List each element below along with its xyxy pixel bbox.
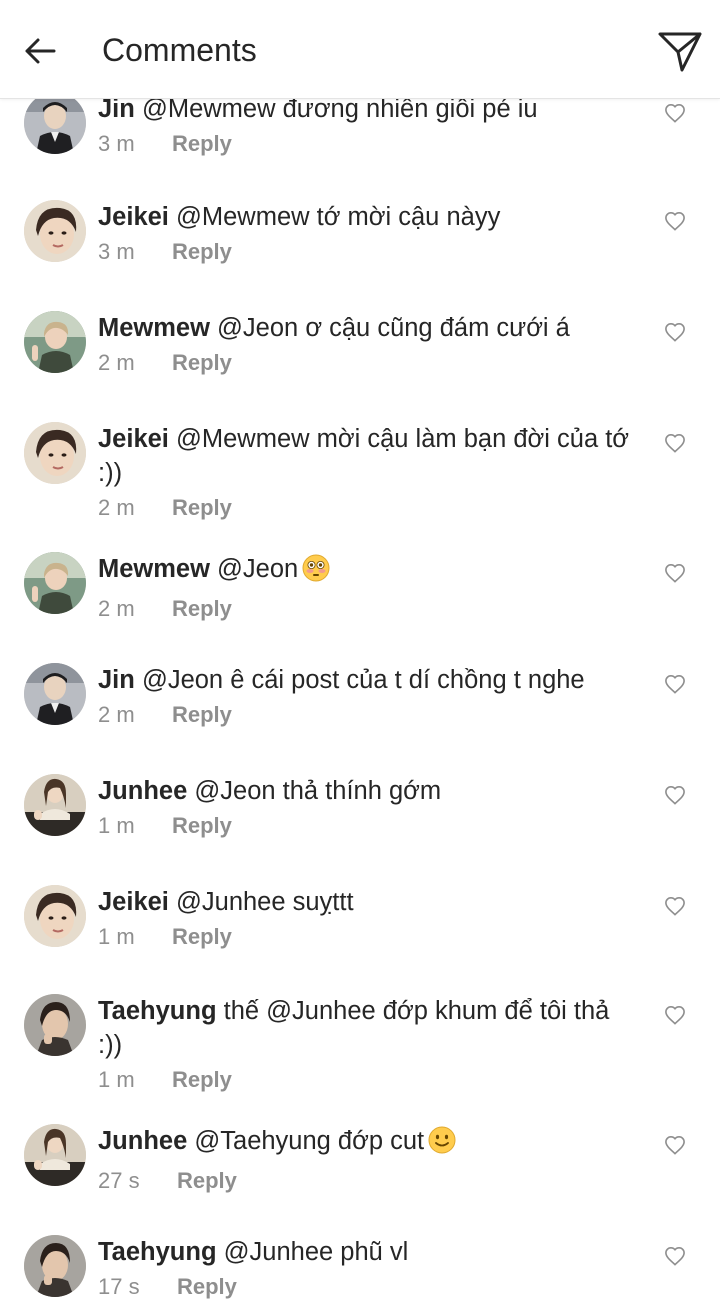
reply-button[interactable]: Reply [172,128,232,160]
reply-button[interactable]: Reply [172,347,232,379]
heart-icon[interactable] [660,206,690,236]
comment-time: 3 m [98,131,135,156]
comment-time: 27 s [98,1168,140,1193]
comment-list[interactable]: Jin @Mewmew đương nhiên giồi pé iu 3 m R… [0,0,720,1316]
avatar[interactable] [24,92,86,154]
comment-username[interactable]: Jin [98,95,135,123]
comment-meta: 3 m Reply [98,236,638,268]
heart-icon[interactable] [660,428,690,458]
reply-button[interactable]: Reply [177,1271,237,1303]
comment-message: @Junhee phũ vl [223,1238,409,1266]
comment-time: 1 m [98,1067,135,1092]
comment-username[interactable]: Junhee [98,777,187,805]
avatar[interactable] [24,663,86,725]
comment-time: 1 m [98,813,135,838]
comment-meta: 2 m Reply [98,492,638,524]
comment-time: 2 m [98,702,135,727]
comment-time: 1 m [98,924,135,949]
avatar[interactable] [24,200,86,262]
avatar[interactable] [24,774,86,836]
heart-icon[interactable] [660,317,690,347]
comment-meta: 2 m Reply [98,593,638,625]
reply-button[interactable]: Reply [172,593,232,625]
comment-text: Junhee @Jeon thả thính gớm [98,774,638,808]
avatar[interactable] [24,422,86,484]
comment-message: @Mewmew đương nhiên giồi pé iu [141,95,538,123]
reply-button[interactable]: Reply [172,492,232,524]
reply-button[interactable]: Reply [172,1064,232,1096]
comment-username[interactable]: Jin [98,666,135,694]
comment-message: @Mewmew mời cậu làm bạn đời của tớ :)) [98,425,630,487]
arrow-left-icon[interactable] [14,25,66,77]
comment-meta: 1 m Reply [98,810,638,842]
comment-meta: 1 m Reply [98,921,638,953]
heart-icon[interactable] [660,98,690,128]
comment-text: Mewmew @Jeon ơ cậu cũng đám cưới á [98,311,638,345]
comment-text: Jin @Jeon ê cái post của t dí chồng t ng… [98,663,638,697]
heart-icon[interactable] [660,1130,690,1160]
comment-message: @Junhee suỵttt [176,888,354,916]
comment-message: @Jeon ê cái post của t dí chồng t nghe [141,666,585,694]
comment-text: Mewmew @Jeon [98,552,638,591]
comment-meta: 17 s Reply [98,1271,638,1303]
comment-time: 3 m [98,239,135,264]
comment-username[interactable]: Jeikei [98,425,169,453]
comment-text: Taehyung thế @Junhee đớp khum để tôi thả… [98,994,638,1062]
paper-plane-icon[interactable] [650,22,710,82]
avatar[interactable] [24,994,86,1056]
heart-icon[interactable] [660,558,690,588]
reply-button[interactable]: Reply [172,810,232,842]
avatar[interactable] [24,552,86,614]
reply-button[interactable]: Reply [172,921,232,953]
comment-message: @Jeon [217,555,299,583]
comment-message: @Taehyung đớp cut [194,1127,425,1155]
slightly-smiling-face-emoji [428,1126,456,1163]
comment-message: @Jeon thả thính gớm [194,777,442,805]
comment-meta: 2 m Reply [98,699,638,731]
comment-time: 2 m [98,596,135,621]
comment-username[interactable]: Junhee [98,1127,187,1155]
avatar[interactable] [24,1124,86,1186]
comment-username[interactable]: Jeikei [98,888,169,916]
comment-text: Jeikei @Mewmew tớ mời cậu nàyy [98,200,638,234]
flushed-face-emoji [302,554,330,591]
comment-username[interactable]: Taehyung [98,997,217,1025]
comment-text: Taehyung @Junhee phũ vl [98,1235,638,1269]
heart-icon[interactable] [660,780,690,810]
comment-meta: 2 m Reply [98,347,638,379]
reply-button[interactable]: Reply [172,699,232,731]
heart-icon[interactable] [660,669,690,699]
comment-time: 2 m [98,350,135,375]
avatar[interactable] [24,311,86,373]
comment-time: 2 m [98,495,135,520]
heart-icon[interactable] [660,1000,690,1030]
comment-text: Jeikei @Junhee suỵttt [98,885,638,919]
heart-icon[interactable] [660,891,690,921]
comment-time: 17 s [98,1274,140,1299]
comment-username[interactable]: Mewmew [98,555,210,583]
comment-meta: 27 s Reply [98,1165,638,1197]
comment-username[interactable]: Mewmew [98,314,210,342]
comment-text: Jeikei @Mewmew mời cậu làm bạn đời của t… [98,422,638,490]
heart-icon[interactable] [660,1241,690,1271]
comment-text: Junhee @Taehyung đớp cut [98,1124,638,1163]
top-app-bar: Comments [0,0,720,99]
comment-message: @Mewmew tớ mời cậu nàyy [176,203,501,231]
comment-meta: 1 m Reply [98,1064,638,1096]
reply-button[interactable]: Reply [172,236,232,268]
avatar[interactable] [24,1235,86,1297]
comment-username[interactable]: Taehyung [98,1238,217,1266]
avatar[interactable] [24,885,86,947]
comment-username[interactable]: Jeikei [98,203,169,231]
comment-message: @Jeon ơ cậu cũng đám cưới á [217,314,570,342]
page-title: Comments [102,32,257,68]
comment-meta: 3 m Reply [98,128,638,160]
reply-button[interactable]: Reply [177,1165,237,1197]
